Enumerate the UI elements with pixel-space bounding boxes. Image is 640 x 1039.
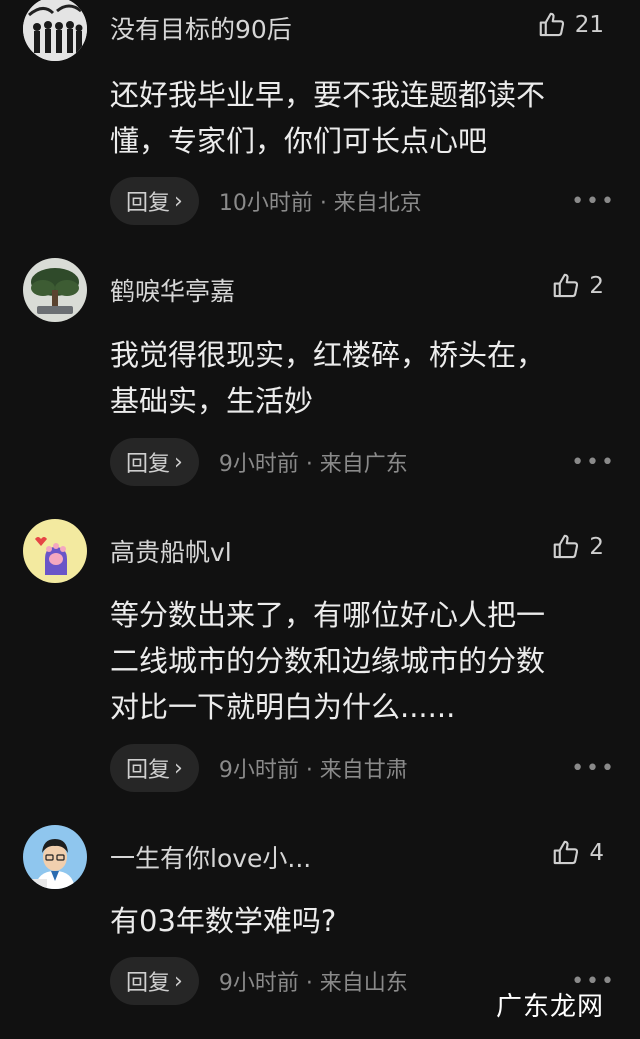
group-silhouette-avatar[interactable]	[23, 0, 87, 61]
like-button[interactable]: 21	[537, 10, 604, 40]
thumbs-up-icon	[554, 840, 579, 865]
more-options-icon[interactable]: •••	[571, 756, 616, 781]
thumbs-up-icon	[539, 12, 564, 37]
thumbs-up-icon	[554, 273, 579, 298]
reply-label: 回复	[126, 758, 171, 783]
cartoon-doctor-avatar[interactable]	[23, 825, 87, 889]
comment-text: 等分数出来了，有哪位好心人把一 二线城市的分数和边缘城市的分数 对比一下就明白为…	[110, 592, 610, 730]
username[interactable]: 一生有你love小...	[110, 839, 311, 875]
like-count: 2	[589, 534, 604, 560]
reply-button[interactable]: 回复 ›	[110, 744, 199, 792]
reply-button[interactable]: 回复 ›	[110, 438, 199, 486]
reply-button[interactable]: 回复 ›	[110, 177, 199, 225]
username[interactable]: 鹤唳华亭嘉	[110, 272, 235, 308]
reply-label: 回复	[126, 971, 171, 996]
comment-line: 基础实，生活妙	[110, 384, 314, 418]
bonsai-tree-avatar[interactable]	[23, 258, 87, 322]
reply-label: 回复	[126, 191, 171, 216]
more-options-icon[interactable]: •••	[571, 189, 616, 214]
chevron-right-icon: ›	[174, 188, 183, 214]
comment-text: 还好我毕业早，要不我连题都读不 懂，专家们，你们可长点心吧	[110, 72, 610, 164]
username[interactable]: 没有目标的90后	[110, 10, 292, 46]
like-button[interactable]: 4	[551, 838, 604, 868]
comment-line: 还好我毕业早，要不我连题都读不	[110, 78, 546, 112]
comment-footer: 回复 › 10小时前 · 来自北京 •••	[110, 177, 616, 225]
reply-button[interactable]: 回复 ›	[110, 957, 199, 1005]
reply-label: 回复	[126, 452, 171, 477]
comment-meta: 9小时前 · 来自广东	[218, 452, 408, 477]
watermark-text: 广东龙网	[495, 992, 604, 1022]
comment-text: 我觉得很现实，红楼碎，桥头在， 基础实，生活妙	[110, 332, 610, 424]
comment-footer: 回复 › 9小时前 · 来自甘肃 •••	[110, 744, 616, 792]
comment-line: 我觉得很现实，红楼碎，桥头在，	[110, 338, 546, 372]
chevron-right-icon: ›	[174, 755, 183, 781]
comment-meta: 9小时前 · 来自山东	[218, 971, 408, 996]
comment-footer: 回复 › 9小时前 · 来自广东 •••	[110, 438, 616, 486]
like-count: 4	[589, 840, 604, 866]
chevron-right-icon: ›	[174, 449, 183, 475]
comment-text: 有03年数学难吗?	[110, 898, 610, 944]
comment-meta: 10小时前 · 来自北京	[218, 191, 422, 216]
comment-meta: 9小时前 · 来自甘肃	[218, 758, 408, 783]
comment-line: 二线城市的分数和边缘城市的分数	[110, 644, 546, 678]
comment-line: 等分数出来了，有哪位好心人把一	[110, 598, 546, 632]
comment-line: 对比一下就明白为什么......	[110, 690, 456, 724]
like-count: 2	[589, 273, 604, 299]
username[interactable]: 高贵船帆vl	[110, 533, 232, 569]
chevron-right-icon: ›	[174, 968, 183, 994]
like-button[interactable]: 2	[551, 271, 604, 301]
like-count: 21	[574, 12, 604, 38]
cat-paw-avatar[interactable]	[23, 519, 87, 583]
like-button[interactable]: 2	[551, 532, 604, 562]
comment-line: 懂，专家们，你们可长点心吧	[110, 124, 488, 158]
comment-line: 有03年数学难吗?	[110, 904, 337, 938]
thumbs-up-icon	[554, 534, 579, 559]
more-options-icon[interactable]: •••	[571, 450, 616, 475]
